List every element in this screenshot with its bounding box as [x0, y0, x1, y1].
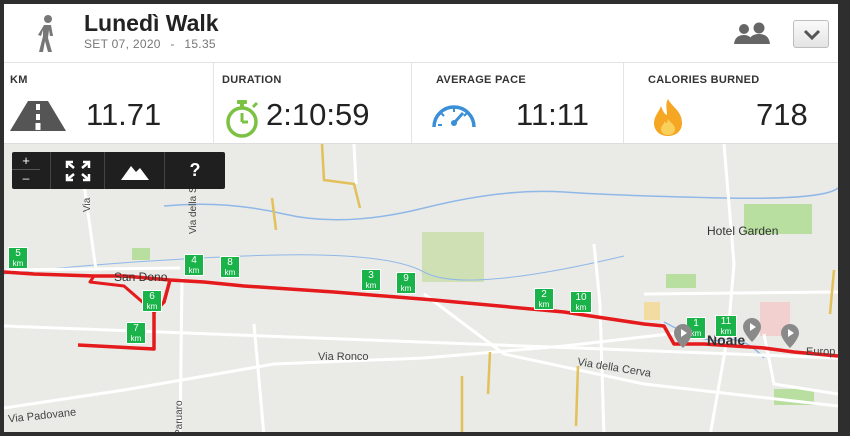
stat-value: 718	[756, 97, 808, 132]
stat-value: 2:10:59	[266, 97, 370, 132]
datetime-separator: -	[170, 37, 175, 51]
km-unit-label: km	[575, 303, 587, 312]
stat-label: KM	[10, 74, 28, 86]
km-unit-label: km	[188, 266, 200, 275]
label-paruaro: Paruaro	[174, 400, 185, 436]
mountain-icon	[120, 166, 149, 180]
friends-icon[interactable]	[732, 22, 772, 46]
km-number-label: 5	[15, 248, 21, 259]
chevron-down-icon	[803, 29, 821, 41]
canal	[163, 187, 838, 221]
park-area	[666, 274, 696, 288]
map-pin-icon[interactable]	[781, 324, 799, 348]
km-unit-label: km	[12, 259, 24, 268]
km-unit-label: km	[365, 281, 377, 290]
fullscreen-icon	[65, 160, 90, 182]
fullscreen-button[interactable]	[50, 152, 104, 189]
stat-calories: CALORIES BURNED 718	[624, 63, 838, 143]
label-hotel-garden: Hotel Garden	[707, 224, 779, 238]
park-area	[422, 232, 484, 282]
stopwatch-icon	[226, 100, 259, 138]
stat-duration: DURATION 2:10:59	[214, 63, 412, 143]
label-europa: Europ	[806, 346, 836, 358]
km-number-label: 2	[541, 289, 547, 300]
zoom-out-button[interactable]: –	[12, 170, 40, 189]
activity-window: Lunedì Walk SET 07, 2020 - 15.35 KM 11.7…	[0, 0, 850, 436]
km-marker-10[interactable]: 10 km	[570, 291, 592, 313]
km-number-label: 7	[133, 323, 139, 334]
options-dropdown-button[interactable]	[793, 20, 829, 48]
help-button[interactable]: ?	[164, 152, 225, 189]
walking-person-icon	[38, 15, 53, 52]
map-controls: + – ?	[12, 152, 225, 189]
activity-time: 15.35	[184, 37, 216, 51]
stat-label: DURATION	[222, 74, 282, 86]
label-san-dono: San Dono	[114, 270, 168, 284]
terrain-button[interactable]	[104, 152, 164, 189]
km-unit-label: km	[130, 334, 142, 343]
label-via: Via	[82, 197, 93, 212]
km-marker-2[interactable]: 2 km	[534, 288, 554, 310]
km-marker-9[interactable]: 9 km	[396, 272, 416, 294]
stat-value: 11.71	[86, 97, 162, 132]
stats-bar: KM 11.71 DURATION 2:10:59 AVERAGE PACE 1…	[4, 63, 838, 144]
km-unit-label: km	[146, 302, 158, 311]
km-marker-8[interactable]: 8 km	[220, 256, 240, 278]
route-map[interactable]: Hotel Garden San Dono Noale Via Ronco Vi…	[4, 144, 838, 436]
zoom-in-button[interactable]: +	[12, 152, 40, 170]
km-number-label: 6	[149, 291, 155, 302]
map-pin-icon[interactable]	[743, 318, 761, 342]
flame-icon	[654, 99, 682, 136]
km-unit-label: km	[400, 284, 412, 293]
park-area	[132, 248, 150, 260]
km-number-label: 9	[403, 273, 409, 284]
km-marker-11[interactable]: 11 km	[715, 315, 737, 337]
km-marker-7[interactable]: 7 km	[126, 322, 146, 344]
km-unit-label: km	[538, 300, 550, 309]
stat-label: CALORIES BURNED	[648, 74, 760, 86]
km-number-label: 11	[720, 316, 732, 327]
km-unit-label: km	[720, 327, 732, 336]
km-number-label: 8	[227, 257, 233, 268]
km-marker-6[interactable]: 6 km	[142, 290, 162, 312]
km-marker-5[interactable]: 5 km	[8, 247, 28, 269]
activity-title: Lunedì Walk	[84, 10, 219, 36]
activity-header: Lunedì Walk SET 07, 2020 - 15.35	[4, 4, 838, 63]
activity-datetime: SET 07, 2020 - 15.35	[84, 37, 216, 51]
label-via-ronco: Via Ronco	[318, 351, 369, 363]
speedometer-icon	[432, 105, 476, 128]
road-icon	[10, 101, 66, 131]
km-number-label: 3	[368, 270, 374, 281]
stat-value: 11:11	[516, 97, 589, 132]
stat-distance: KM 11.71	[4, 63, 214, 143]
km-marker-3[interactable]: 3 km	[361, 269, 381, 291]
map-pin-icon[interactable]	[674, 324, 692, 348]
stat-label: AVERAGE PACE	[436, 74, 526, 86]
km-unit-label: km	[224, 268, 236, 277]
km-number-label: 4	[191, 255, 197, 266]
stat-average-pace: AVERAGE PACE 11:11	[412, 63, 624, 143]
km-marker-4[interactable]: 4 km	[184, 254, 204, 276]
km-number-label: 10	[575, 292, 587, 303]
activity-date: SET 07, 2020	[84, 37, 161, 51]
landuse-area	[644, 302, 660, 320]
